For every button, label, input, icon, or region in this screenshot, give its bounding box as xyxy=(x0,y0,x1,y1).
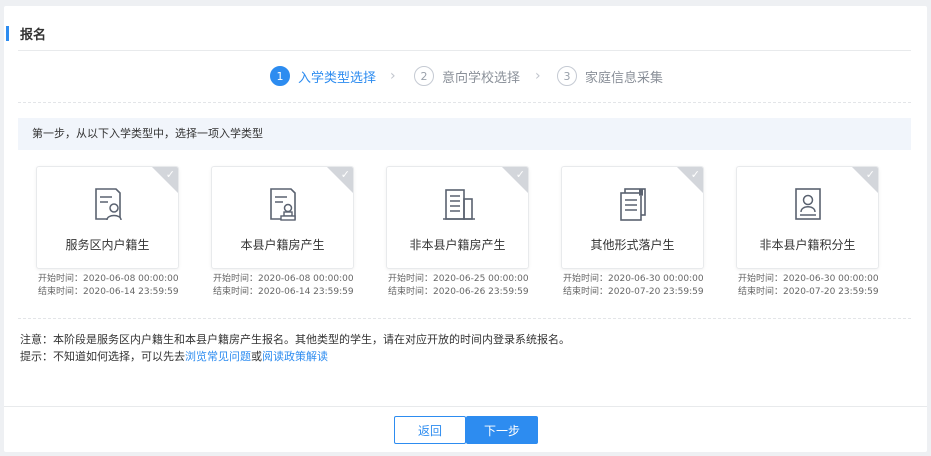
title-bar: 报名 xyxy=(4,6,927,50)
cards-divider xyxy=(18,318,911,319)
card-title: 其他形式落户生 xyxy=(590,238,675,252)
faq-link[interactable]: 浏览常见问题 xyxy=(185,350,251,363)
page-title: 报名 xyxy=(20,28,47,43)
end-time-row: 结束时间：2020-06-26 23:59:59 xyxy=(388,286,529,299)
start-time-value: 2020-06-08 00:00:00 xyxy=(83,274,179,284)
time-range: 开始时间：2020-06-30 00:00:00 结束时间：2020-07-20… xyxy=(561,273,704,299)
step-1-label: 入学类型选择 xyxy=(298,70,377,86)
end-time-value: 2020-06-14 23:59:59 xyxy=(83,287,179,297)
step-3-number: 3 xyxy=(557,66,577,86)
policy-link[interactable]: 阅读政策解读 xyxy=(262,350,328,363)
chevron-right-icon: › xyxy=(390,68,396,84)
card-title: 服务区内户籍生 xyxy=(65,238,150,252)
id-card-person-icon xyxy=(794,188,821,220)
card-title: 本县户籍房产生 xyxy=(240,238,325,252)
start-time-row: 开始时间：2020-06-30 00:00:00 xyxy=(738,273,879,286)
admission-type-card[interactable]: ✓ 本县户籍房产生 xyxy=(211,166,354,269)
back-button[interactable]: 返回 xyxy=(394,416,466,444)
start-time-label: 开始时间： xyxy=(213,274,259,284)
end-time-row: 结束时间：2020-07-20 23:59:59 xyxy=(738,286,879,299)
step-indicator: 1 入学类型选择 › 2 意向学校选择 › 3 家庭信息采集 xyxy=(4,64,927,88)
end-time-row: 结束时间：2020-06-14 23:59:59 xyxy=(38,286,179,299)
start-time-row: 开始时间：2020-06-08 00:00:00 xyxy=(38,273,179,286)
admission-type-card[interactable]: ✓ 非本县户籍房产生 xyxy=(386,166,529,269)
time-range: 开始时间：2020-06-25 00:00:00 结束时间：2020-06-26… xyxy=(386,273,529,299)
card-title: 非本县户籍房产生 xyxy=(409,238,506,252)
start-time-row: 开始时间：2020-06-08 00:00:00 xyxy=(213,273,354,286)
tip-prefix: 提示：不知道如何选择，可以先去 xyxy=(20,350,185,363)
step-3-label: 家庭信息采集 xyxy=(585,70,664,86)
building-icon xyxy=(442,189,475,220)
check-icon: ✓ xyxy=(690,168,700,181)
start-time-label: 开始时间： xyxy=(563,274,609,284)
title-divider xyxy=(18,50,911,51)
tip-text: 提示：不知道如何选择，可以先去浏览常见问题或阅读政策解读 xyxy=(20,348,570,365)
start-time-label: 开始时间： xyxy=(388,274,434,284)
instruction-banner: 第一步，从以下入学类型中，选择一项入学类型 xyxy=(18,118,911,150)
footer-divider xyxy=(4,406,927,407)
admission-type-card[interactable]: ✓ 服务区内户籍生 xyxy=(36,166,179,269)
end-time-label: 结束时间： xyxy=(213,287,259,297)
end-time-row: 结束时间：2020-07-20 23:59:59 xyxy=(563,286,704,299)
end-time-row: 结束时间：2020-06-14 23:59:59 xyxy=(213,286,354,299)
check-icon: ✓ xyxy=(340,168,350,181)
note-text: 注意：本阶段是服务区内户籍生和本县户籍房产生报名。其他类型的学生，请在对应开放的… xyxy=(20,333,570,346)
start-time-row: 开始时间：2020-06-30 00:00:00 xyxy=(563,273,704,286)
end-time-value: 2020-06-14 23:59:59 xyxy=(258,287,354,297)
document-stamp-icon xyxy=(269,188,296,221)
check-icon: ✓ xyxy=(165,168,175,181)
admission-type-option: ✓ 服务区内户籍生 开始时间：2020-06-08 00:00:00 结束时间：… xyxy=(36,166,179,299)
check-icon: ✓ xyxy=(865,168,875,181)
end-time-value: 2020-07-20 23:59:59 xyxy=(783,287,879,297)
admission-type-card[interactable]: ✓ 非本县户籍积分生 xyxy=(736,166,879,269)
time-range: 开始时间：2020-06-30 00:00:00 结束时间：2020-07-20… xyxy=(736,273,879,299)
admission-type-option: ✓ 非本县户籍积分生 开始时间：2020-06-30 00:00:00 结束时间… xyxy=(736,166,879,299)
admission-type-option: ✓ 本县户籍房产生 开始时间：2020-06-08 00:00:00 结束时间：… xyxy=(211,166,354,299)
tip-or: 或 xyxy=(251,350,262,363)
start-time-value: 2020-06-30 00:00:00 xyxy=(608,274,704,284)
next-step-button[interactable]: 下一步 xyxy=(466,416,538,444)
chevron-right-icon: › xyxy=(535,68,541,84)
start-time-value: 2020-06-30 00:00:00 xyxy=(783,274,879,284)
admission-type-option: ✓ 非本县户籍房产生 开始时间：2020-06-25 00:00:00 结束时间… xyxy=(386,166,529,299)
step-2-label: 意向学校选择 xyxy=(442,70,521,86)
step-1-number: 1 xyxy=(270,66,290,86)
admission-type-card[interactable]: ✓ 其他形式落户生 xyxy=(561,166,704,269)
start-time-value: 2020-06-25 00:00:00 xyxy=(433,274,529,284)
title-accent-bar xyxy=(6,26,9,41)
end-time-label: 结束时间： xyxy=(738,287,784,297)
step-2: 2 意向学校选择 xyxy=(414,64,520,88)
time-range: 开始时间：2020-06-08 00:00:00 结束时间：2020-06-14… xyxy=(211,273,354,299)
end-time-value: 2020-07-20 23:59:59 xyxy=(608,287,704,297)
check-icon: ✓ xyxy=(515,168,525,181)
document-person-icon xyxy=(94,188,122,221)
step-2-number: 2 xyxy=(414,66,434,86)
start-time-row: 开始时间：2020-06-25 00:00:00 xyxy=(388,273,529,286)
step-1: 1 入学类型选择 xyxy=(270,64,376,88)
start-time-value: 2020-06-08 00:00:00 xyxy=(258,274,354,284)
end-time-label: 结束时间： xyxy=(388,287,434,297)
stacked-documents-icon xyxy=(619,188,646,221)
step-3: 3 家庭信息采集 xyxy=(557,64,663,88)
end-time-label: 结束时间： xyxy=(38,287,84,297)
end-time-label: 结束时间： xyxy=(563,287,609,297)
end-time-value: 2020-06-26 23:59:59 xyxy=(433,287,529,297)
notes-section: 注意：本阶段是服务区内户籍生和本县户籍房产生报名。其他类型的学生，请在对应开放的… xyxy=(20,331,570,365)
admission-type-option: ✓ 其他形式落户生 开始时间：2020-06-30 00:00:00 结束时间：… xyxy=(561,166,704,299)
registration-panel: 报名 1 入学类型选择 › 2 意向学校选择 › 3 家庭信息采集 第一步，从以… xyxy=(4,6,927,452)
time-range: 开始时间：2020-06-08 00:00:00 结束时间：2020-06-14… xyxy=(36,273,179,299)
card-title: 非本县户籍积分生 xyxy=(759,238,856,252)
start-time-label: 开始时间： xyxy=(38,274,84,284)
steps-divider xyxy=(18,102,911,103)
start-time-label: 开始时间： xyxy=(738,274,784,284)
